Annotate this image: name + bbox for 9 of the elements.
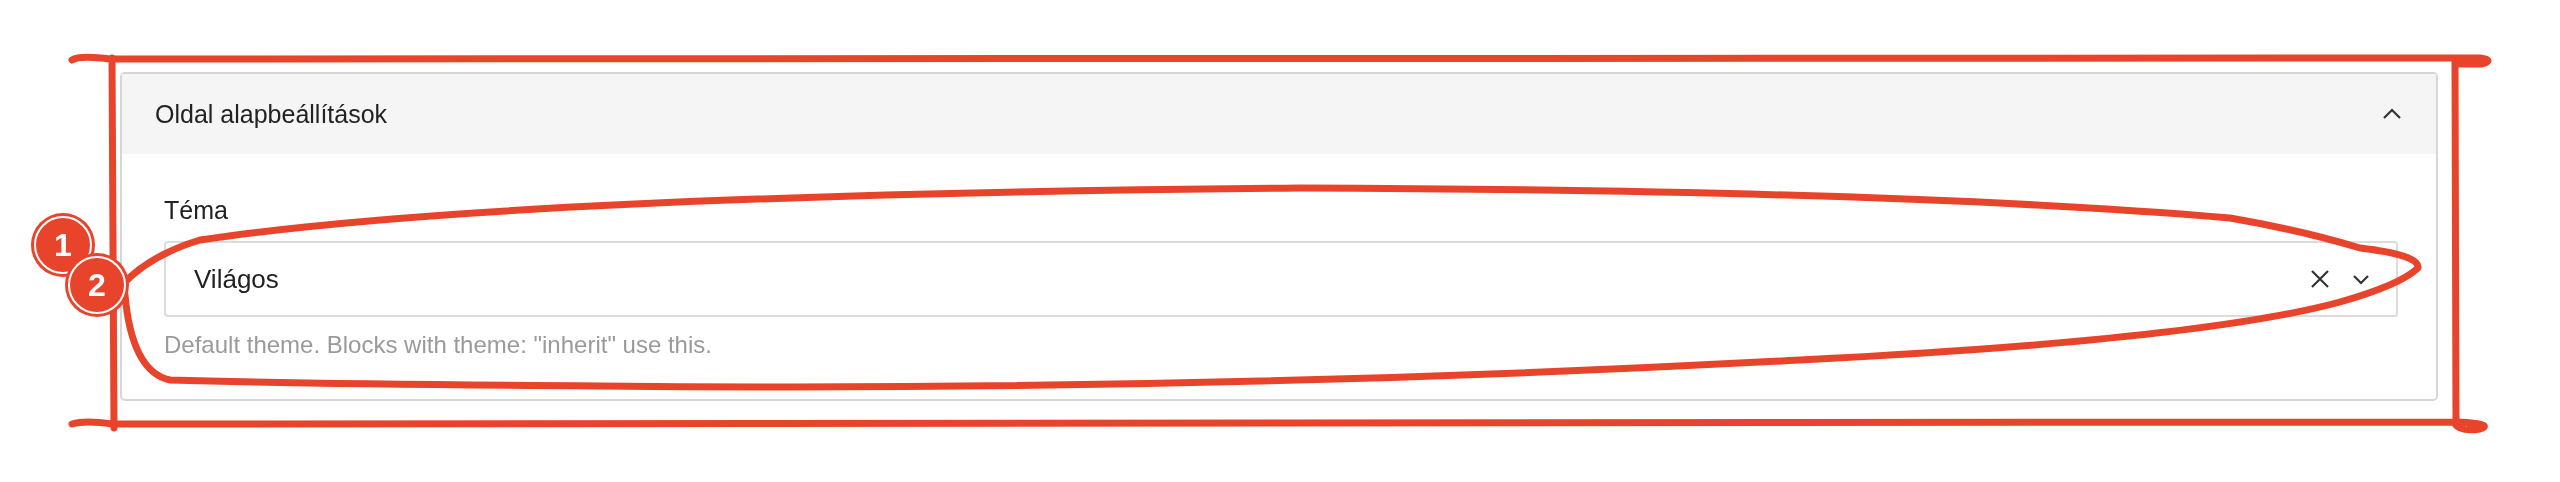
field-label: Téma — [164, 196, 229, 225]
panel-title: Oldal alapbeállítások — [155, 99, 388, 129]
clear-icon[interactable] — [2310, 269, 2330, 289]
select-field[interactable]: Világos — [164, 241, 2398, 317]
panel-header[interactable]: Oldal alapbeállítások — [122, 74, 2436, 154]
number-badge: 1 — [34, 216, 92, 274]
help-text: Default theme. Blocks with theme: "inherit" use this. — [164, 331, 713, 359]
number-badge: 2 — [68, 256, 126, 314]
caret-icon[interactable] — [2352, 272, 2370, 286]
